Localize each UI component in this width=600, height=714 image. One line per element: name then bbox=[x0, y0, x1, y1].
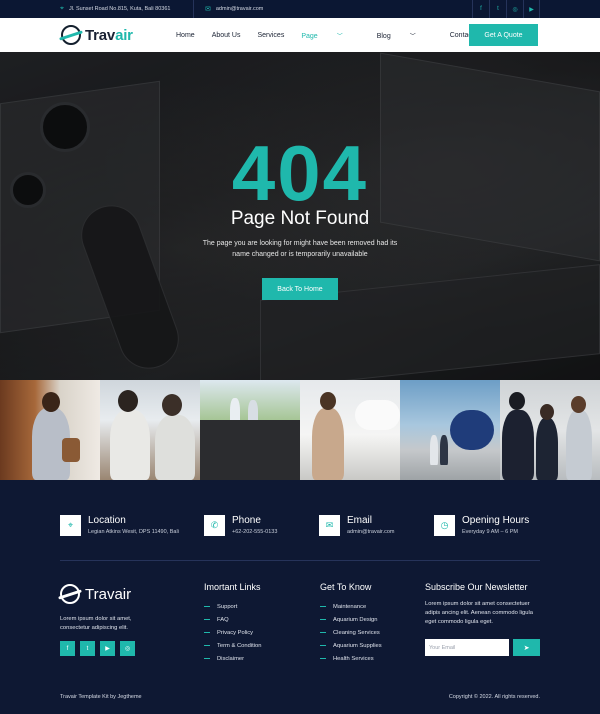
topbar-divider bbox=[193, 0, 194, 18]
nav-item-home[interactable]: Home bbox=[176, 32, 195, 39]
nav-item-page[interactable]: Page ﹀ bbox=[301, 31, 359, 40]
footer-link-support[interactable]: Support bbox=[204, 600, 261, 613]
chevron-down-icon: ﹀ bbox=[336, 33, 343, 40]
clock-icon: ◷ bbox=[434, 515, 455, 536]
location-pin-icon: ⌖ bbox=[60, 515, 81, 536]
footer-divider bbox=[60, 560, 540, 561]
footer-link-cleaning[interactable]: Cleaning Services bbox=[320, 626, 382, 639]
newsletter-email-input[interactable]: Your Email bbox=[425, 639, 509, 656]
footer-link-privacy[interactable]: Privacy Policy bbox=[204, 626, 261, 639]
location-pin-icon: ⌖ bbox=[60, 5, 64, 12]
email-icon: ✉ bbox=[319, 515, 340, 536]
get-to-know-heading: Get To Know bbox=[320, 582, 372, 592]
footer-about-text: Lorem ipsum dolor sit amet, consectetur … bbox=[60, 616, 132, 631]
airplane-logo-icon bbox=[60, 584, 80, 604]
site-footer: ⌖ Location Legian Atkins Wesit, DPS 11490… bbox=[0, 480, 600, 714]
error-description: The page you are looking for might have … bbox=[202, 240, 398, 258]
footer-link-aquarium-supplies[interactable]: Aquarium Supplies bbox=[320, 639, 382, 652]
phone-icon: ✆ bbox=[204, 515, 225, 536]
newsletter-text: Lorem ipsum dolor sit amet consectetuer … bbox=[425, 601, 533, 625]
footer-social: f t ▶ ◎ bbox=[60, 641, 135, 656]
contact-email: ✉ Email admin@travair.com bbox=[319, 515, 394, 536]
nav-item-services[interactable]: Services bbox=[257, 32, 284, 39]
twitter-icon[interactable]: t bbox=[489, 0, 506, 18]
footer-link-health[interactable]: Health Services bbox=[320, 652, 382, 665]
gallery-photo[interactable] bbox=[400, 380, 500, 480]
topbar-email-text[interactable]: admin@travair.com bbox=[216, 6, 263, 12]
footer-link-disclaimer[interactable]: Disclaimer bbox=[204, 652, 261, 665]
error-code: 404 bbox=[231, 129, 369, 217]
topbar-address-text: Jl. Sunset Road No.815, Kuta, Bali 80361 bbox=[68, 6, 171, 12]
gallery-photo[interactable] bbox=[200, 380, 300, 480]
footer-logo[interactable]: Travair bbox=[60, 584, 131, 604]
important-links-heading: Imortant Links bbox=[204, 582, 261, 592]
nav-item-blog[interactable]: Blog ﹀ bbox=[377, 31, 433, 40]
back-to-home-button[interactable]: Back To Home bbox=[262, 278, 338, 300]
nav-menu: Home About Us Services Page ﹀ Blog ﹀ Conta… bbox=[176, 18, 501, 52]
contact-location: ⌖ Location Legian Atkins Wesit, DPS 11490… bbox=[60, 515, 179, 536]
contact-phone: ✆ Phone +62-202-555-0133 bbox=[204, 515, 277, 536]
hero-section: 404 Page Not Found The page you are look… bbox=[0, 52, 600, 380]
youtube-icon[interactable]: ▶ bbox=[100, 641, 115, 656]
page-title: Page Not Found bbox=[230, 208, 370, 229]
newsletter-section: Subscribe Our Newsletter Lorem ipsum dol… bbox=[425, 582, 545, 656]
twitter-icon[interactable]: t bbox=[80, 641, 95, 656]
get-a-quote-button[interactable]: Get A Quote bbox=[469, 24, 538, 46]
footer-credit: Travair Template Kit by Jegtheme bbox=[60, 694, 142, 700]
topbar-email[interactable]: ✉ admin@travair.com bbox=[205, 0, 263, 18]
contact-hours: ◷ Opening Hours Everyday 9 AM – 6 PM bbox=[434, 515, 529, 536]
gallery-photo[interactable] bbox=[300, 380, 400, 480]
youtube-icon[interactable]: ▶ bbox=[523, 0, 540, 18]
email-icon: ✉ bbox=[205, 6, 211, 13]
topbar-address: ⌖ Jl. Sunset Road No.815, Kuta, Bali 803… bbox=[60, 0, 170, 18]
footer-link-terms[interactable]: Term & Condition bbox=[204, 639, 261, 652]
send-icon[interactable]: ➤ bbox=[513, 639, 540, 656]
newsletter-heading: Subscribe Our Newsletter bbox=[425, 582, 528, 592]
gallery-photo[interactable] bbox=[0, 380, 100, 480]
instagram-icon[interactable]: ◎ bbox=[120, 641, 135, 656]
facebook-icon[interactable]: f bbox=[60, 641, 75, 656]
nav-item-about[interactable]: About Us bbox=[212, 32, 241, 39]
top-bar: ⌖ Jl. Sunset Road No.815, Kuta, Bali 803… bbox=[0, 0, 600, 18]
topbar-social: f t ◎ ▶ bbox=[472, 0, 540, 18]
gallery-photo[interactable] bbox=[500, 380, 600, 480]
site-logo[interactable]: Travair bbox=[61, 25, 133, 45]
logo-text: Travair bbox=[85, 26, 133, 44]
contact-info-row: ⌖ Location Legian Atkins Wesit, DPS 11490… bbox=[60, 515, 540, 541]
important-links-column: Imortant Links Support FAQ Privacy Polic… bbox=[204, 582, 261, 665]
instagram-icon[interactable]: ◎ bbox=[506, 0, 523, 18]
airplane-logo-icon bbox=[61, 25, 81, 45]
gallery-photo[interactable] bbox=[100, 380, 200, 480]
chevron-down-icon: ﹀ bbox=[409, 33, 416, 40]
footer-link-maintenance[interactable]: Maintenance bbox=[320, 600, 382, 613]
photo-gallery bbox=[0, 380, 600, 480]
footer-link-faq[interactable]: FAQ bbox=[204, 613, 261, 626]
facebook-icon[interactable]: f bbox=[472, 0, 489, 18]
footer-link-aquarium-design[interactable]: Aquarium Design bbox=[320, 613, 382, 626]
footer-copyright: Copyright © 2022. All rights reserved. bbox=[448, 694, 540, 700]
get-to-know-column: Get To Know Maintenance Aquarium Design … bbox=[320, 582, 382, 665]
